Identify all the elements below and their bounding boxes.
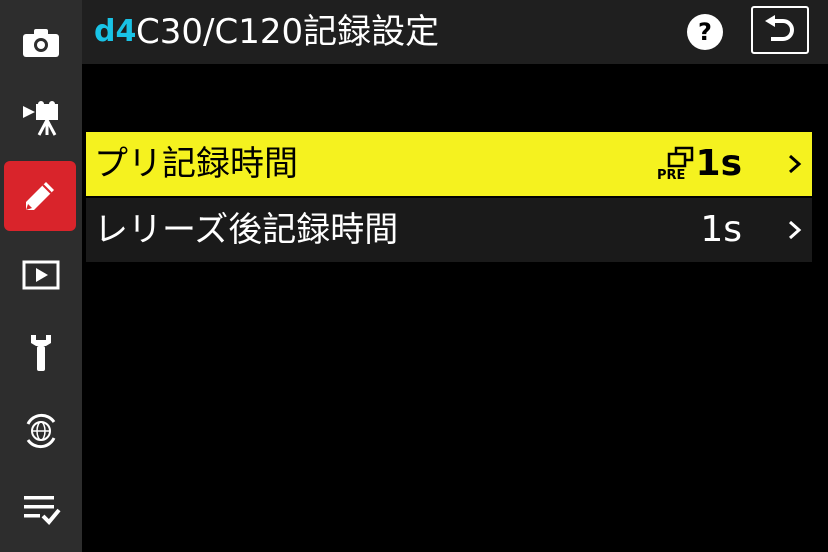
return-icon [765,15,794,41]
menu-list: プリ記録時間 PRE 1s レリーズ後記録時間 1s [86,132,812,264]
help-button[interactable]: ? [687,14,723,50]
menu-item-value: 1s [695,143,742,184]
page-code: d4 [94,14,137,49]
page-title: C30/C120記録設定 [136,12,440,52]
sidebar-item-my-menu[interactable] [0,474,82,544]
sidebar-item-playback[interactable] [0,240,82,310]
svg-text:PRE: PRE [657,168,685,182]
menu-item-value: 1s [700,209,742,250]
video-camera-icon [23,101,58,136]
playback-icon [22,260,60,290]
chevron-right-icon [789,154,802,174]
sidebar [0,0,82,552]
chevron-right-icon [789,220,802,240]
pre-capture-icon: PRE [657,146,694,182]
title-bar: d4 C30/C120記録設定 ? [82,0,828,64]
back-button[interactable] [751,6,809,54]
sidebar-item-video-recording[interactable] [0,84,82,154]
network-globe-icon [26,413,56,449]
sidebar-item-custom-settings[interactable] [4,161,76,231]
menu-item-post-release-capture[interactable]: レリーズ後記録時間 1s [86,198,812,262]
camera-icon [23,29,59,57]
sidebar-item-photo-shooting[interactable] [0,8,82,78]
sidebar-item-network[interactable] [0,396,82,466]
menu-item-pre-release-capture[interactable]: プリ記録時間 PRE 1s [86,132,812,196]
my-menu-icon [24,496,61,525]
wrench-icon [31,335,51,371]
menu-item-label: レリーズ後記録時間 [94,210,399,250]
menu-item-label: プリ記録時間 [94,144,298,184]
pencil-icon [26,182,54,210]
sidebar-item-setup[interactable] [0,318,82,388]
